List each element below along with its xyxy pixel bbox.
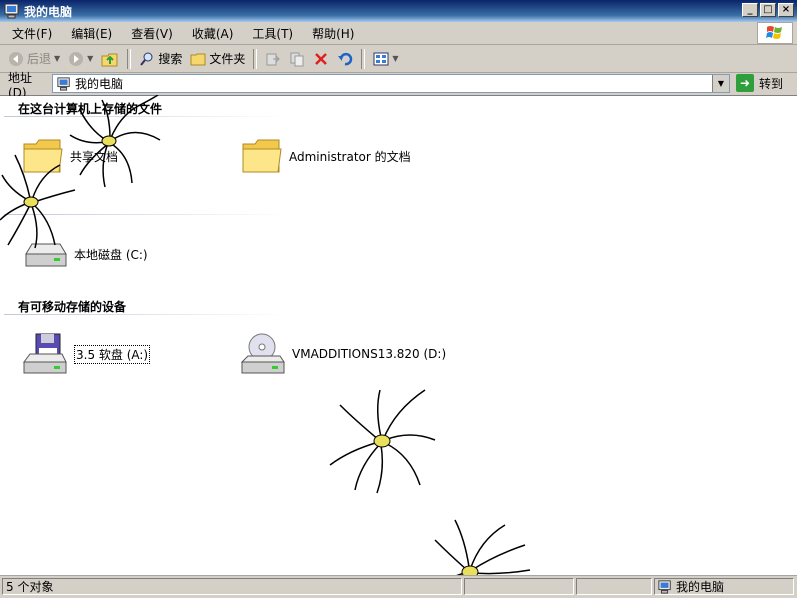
- move-to-icon: [266, 53, 281, 65]
- menu-edit[interactable]: 编辑(E): [59, 25, 119, 42]
- views-dropdown-icon[interactable]: ▼: [392, 54, 398, 63]
- d-drive-label: VMADDITIONS13.820 (D:): [292, 347, 447, 361]
- my-computer-icon: [4, 3, 19, 19]
- back-label: 后退: [27, 52, 52, 66]
- admin-documents-item[interactable]: Administrator 的文档: [241, 136, 411, 176]
- cd-drive-icon: [240, 333, 285, 374]
- status-cell-empty: [464, 578, 574, 595]
- back-icon: [9, 51, 23, 66]
- search-label: 搜索: [158, 52, 183, 66]
- undo-icon: [338, 52, 353, 65]
- menu-favorites[interactable]: 收藏(A): [180, 25, 241, 42]
- status-location-cell: 我的电脑: [654, 578, 794, 595]
- maximize-button[interactable]: □: [760, 3, 776, 17]
- menu-file[interactable]: 文件(F): [0, 25, 59, 42]
- group-divider: [4, 314, 288, 315]
- address-bar: 地址(D) 我的电脑 ▼ ➜ 转到: [0, 71, 797, 100]
- menu-bar: 文件(F) 编辑(E) 查看(V) 收藏(A) 工具(T) 帮助(H): [0, 22, 797, 45]
- my-computer-icon: [57, 76, 70, 91]
- close-button[interactable]: ×: [778, 3, 794, 17]
- search-icon: [140, 52, 153, 66]
- toolbar: 后退 ▼ ▼ 搜索 文件夹 ▼: [0, 45, 797, 73]
- back-button[interactable]: 后退 ▼: [4, 47, 64, 71]
- address-dropdown-icon[interactable]: ▼: [712, 75, 729, 92]
- copy-to-button[interactable]: [285, 47, 309, 71]
- status-count: 5 个对象: [2, 578, 462, 595]
- menu-view[interactable]: 查看(V): [119, 25, 180, 42]
- forward-button[interactable]: ▼: [64, 47, 97, 71]
- views-button[interactable]: ▼: [369, 47, 402, 71]
- a-drive-label: 3.5 软盘 (A:): [74, 344, 151, 364]
- undo-button[interactable]: [333, 47, 357, 71]
- go-label: 转到: [759, 76, 784, 91]
- delete-icon: [315, 52, 328, 65]
- spider-icon: [329, 389, 436, 494]
- forward-icon: [69, 51, 84, 66]
- status-cell-empty: [576, 578, 652, 595]
- my-computer-icon: [658, 579, 671, 594]
- forward-dropdown-icon[interactable]: ▼: [87, 54, 93, 63]
- a-drive-item[interactable]: 3.5 软盘 (A:): [22, 332, 151, 376]
- views-icon: [373, 52, 389, 65]
- status-bar: 5 个对象 我的电脑: [0, 575, 797, 598]
- delete-button[interactable]: [309, 47, 333, 71]
- go-button[interactable]: ➜ 转到: [736, 74, 783, 92]
- admin-documents-label: Administrator 的文档: [289, 149, 411, 164]
- window-title: 我的电脑: [24, 4, 73, 19]
- search-button[interactable]: 搜索: [135, 47, 186, 71]
- d-drive-item[interactable]: VMADDITIONS13.820 (D:): [240, 332, 446, 376]
- c-drive-label: 本地磁盘 (C:): [74, 247, 148, 262]
- status-location: 我的电脑: [676, 580, 725, 594]
- windows-logo-icon: [757, 22, 793, 44]
- up-folder-icon: [101, 53, 118, 66]
- move-to-button[interactable]: [261, 47, 285, 71]
- back-dropdown-icon[interactable]: ▼: [54, 54, 60, 63]
- spider-icon: [0, 154, 76, 249]
- menu-help[interactable]: 帮助(H): [300, 25, 361, 42]
- address-value: 我的电脑: [75, 77, 124, 91]
- minimize-button[interactable]: _: [742, 3, 758, 17]
- up-button[interactable]: [97, 47, 123, 71]
- folders-icon: [190, 53, 206, 65]
- folders-label: 文件夹: [209, 52, 246, 66]
- address-input[interactable]: 我的电脑 ▼: [52, 74, 730, 93]
- floppy-icon: [23, 333, 67, 374]
- folder-icon: [242, 139, 282, 173]
- go-icon: ➜: [736, 74, 754, 92]
- address-label: 地址(D): [8, 70, 33, 100]
- folders-button[interactable]: 文件夹: [186, 47, 249, 71]
- copy-to-icon: [290, 52, 304, 66]
- menu-tools[interactable]: 工具(T): [240, 25, 300, 42]
- group-header-removable: 有可移动存储的设备: [18, 300, 127, 314]
- title-bar: 我的电脑 _ □ ×: [0, 0, 797, 22]
